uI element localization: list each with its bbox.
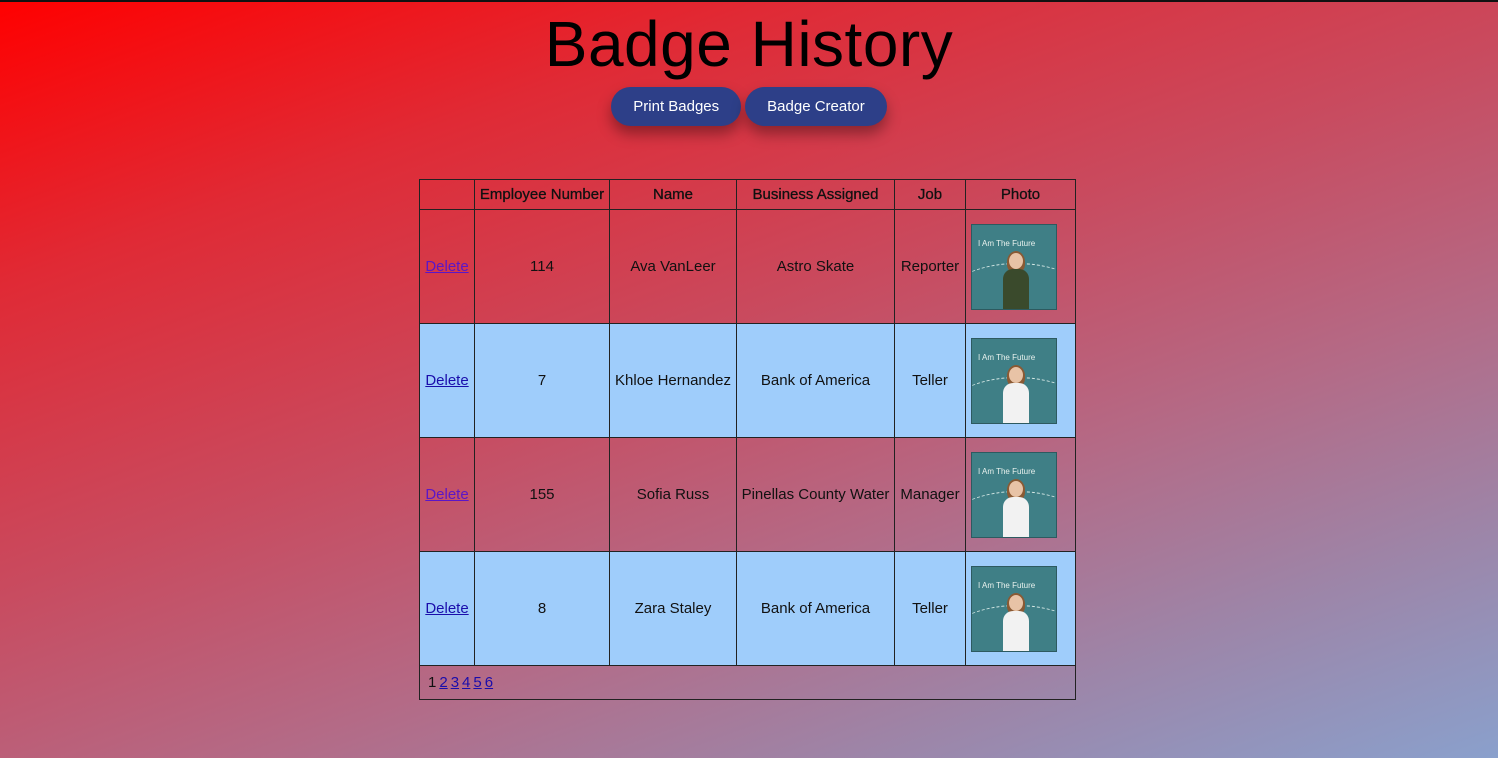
employee-number-cell: 8 [474, 551, 610, 666]
name-cell: Ava VanLeer [609, 209, 737, 324]
photo-cell: I Am The Future [965, 437, 1076, 552]
business-cell: Pinellas County Water [736, 437, 895, 552]
job-cell: Teller [894, 323, 966, 438]
employee-number-cell: 155 [474, 437, 610, 552]
employee-photo: I Am The Future [971, 565, 1057, 652]
page-link-2[interactable]: 2 [439, 674, 447, 691]
column-header-actions [419, 179, 475, 210]
table-row: Delete 7 Khloe Hernandez Bank of America… [419, 323, 1076, 438]
column-header-business: Business Assigned [736, 179, 895, 210]
page-link-6[interactable]: 6 [485, 674, 493, 691]
current-page: 1 [428, 674, 437, 691]
delete-link[interactable]: Delete [425, 372, 468, 389]
column-header-job: Job [894, 179, 966, 210]
table-row: Delete 8 Zara Staley Bank of America Tel… [419, 551, 1076, 666]
table-header-row: Employee Number Name Business Assigned J… [419, 179, 1076, 210]
photo-caption: I Am The Future [978, 580, 1036, 590]
name-cell: Khloe Hernandez [609, 323, 737, 438]
table-row: Delete 155 Sofia Russ Pinellas County Wa… [419, 437, 1076, 552]
page-title: Badge History [544, 8, 954, 80]
delete-link[interactable]: Delete [425, 258, 468, 275]
actions-cell: Delete [419, 209, 475, 324]
actions-cell: Delete [419, 551, 475, 666]
photo-caption: I Am The Future [978, 352, 1036, 362]
column-header-photo: Photo [965, 179, 1076, 210]
photo-cell: I Am The Future [965, 551, 1076, 666]
photo-cell: I Am The Future [965, 323, 1076, 438]
employee-number-cell: 114 [474, 209, 610, 324]
actions-cell: Delete [419, 437, 475, 552]
employee-photo: I Am The Future [971, 451, 1057, 538]
delete-link[interactable]: Delete [425, 600, 468, 617]
business-cell: Bank of America [736, 323, 895, 438]
badge-creator-button[interactable]: Badge Creator [745, 87, 887, 126]
toolbar: Print Badges Badge Creator [0, 87, 1498, 126]
page-link-4[interactable]: 4 [462, 674, 470, 691]
table-row: Delete 114 Ava VanLeer Astro Skate Repor… [419, 209, 1076, 324]
job-cell: Teller [894, 551, 966, 666]
photo-caption: I Am The Future [978, 238, 1036, 248]
pagination-row: 123456 [419, 665, 1076, 700]
business-cell: Bank of America [736, 551, 895, 666]
pagination: 123456 [419, 665, 1076, 700]
name-cell: Sofia Russ [609, 437, 737, 552]
delete-link[interactable]: Delete [425, 486, 468, 503]
actions-cell: Delete [419, 323, 475, 438]
name-cell: Zara Staley [609, 551, 737, 666]
job-cell: Manager [894, 437, 966, 552]
badge-history-table: Employee Number Name Business Assigned J… [419, 179, 1076, 700]
photo-caption: I Am The Future [978, 466, 1036, 476]
job-cell: Reporter [894, 209, 966, 324]
business-cell: Astro Skate [736, 209, 895, 324]
column-header-employee-number: Employee Number [474, 179, 610, 210]
column-header-name: Name [609, 179, 737, 210]
page-link-5[interactable]: 5 [473, 674, 481, 691]
employee-number-cell: 7 [474, 323, 610, 438]
employee-photo: I Am The Future [971, 223, 1057, 310]
photo-cell: I Am The Future [965, 209, 1076, 324]
employee-photo: I Am The Future [971, 337, 1057, 424]
page-link-3[interactable]: 3 [451, 674, 459, 691]
print-badges-button[interactable]: Print Badges [611, 87, 742, 126]
